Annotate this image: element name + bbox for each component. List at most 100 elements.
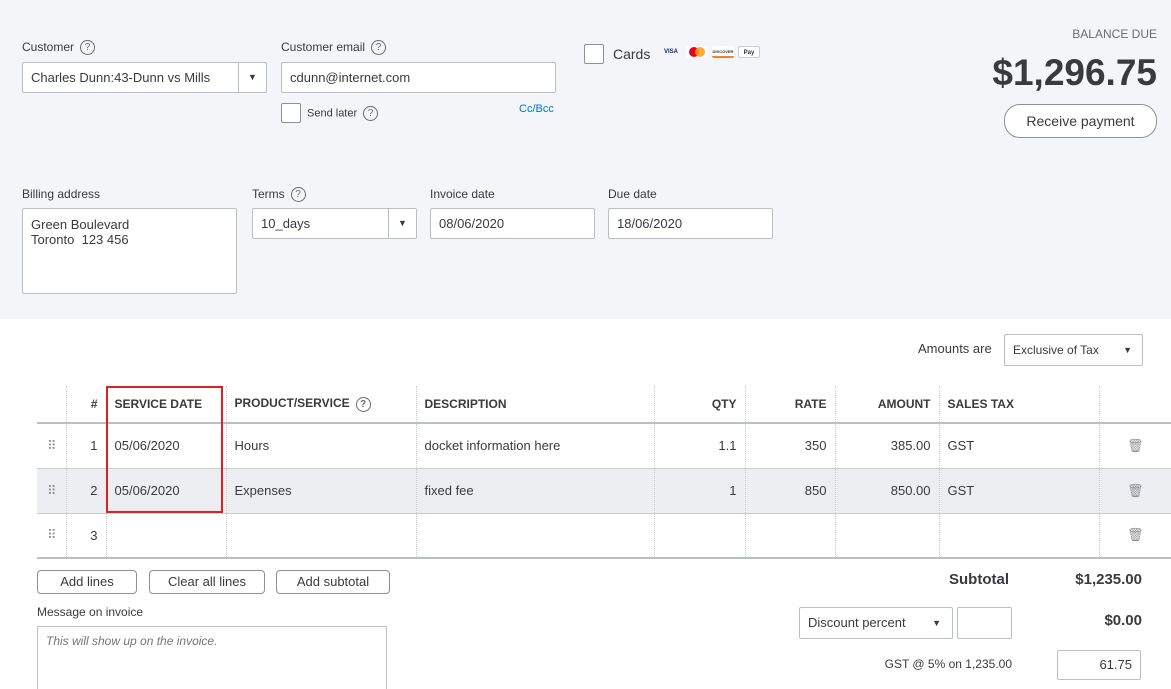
col-header-rate: RATE <box>745 386 836 424</box>
due-date-label: Due date <box>608 187 657 201</box>
drag-handle-icon[interactable]: ⠿ <box>37 513 67 559</box>
billing-address-label: Billing address <box>22 187 101 201</box>
amounts-are-label: Amounts are <box>918 341 992 356</box>
cards-label: Cards <box>613 46 651 62</box>
row-description[interactable]: docket information here <box>416 423 655 469</box>
customer-email-label: Customer email? <box>281 40 387 56</box>
col-header-description: DESCRIPTION <box>416 386 655 424</box>
due-date-field[interactable]: 18/06/2020 <box>608 208 773 239</box>
card-logos: VISA DISCOVER Pay <box>660 46 760 58</box>
message-label: Message on invoice <box>37 605 144 619</box>
row-qty[interactable]: 1.1 <box>654 423 746 469</box>
discount-type-select[interactable]: Discount percent ▼ <box>799 607 953 639</box>
drag-header <box>37 386 67 424</box>
visa-icon: VISA <box>663 49 678 55</box>
row-description[interactable]: fixed fee <box>416 468 655 514</box>
cc-bcc-link[interactable]: Cc/Bcc <box>519 103 554 115</box>
row-qty[interactable]: 1 <box>654 468 746 514</box>
customer-select[interactable]: Charles Dunn:43-Dunn vs Mills ▼ <box>22 62 267 93</box>
col-header-product-service: PRODUCT/SERVICE? <box>226 386 417 424</box>
help-icon[interactable]: ? <box>290 187 306 203</box>
row-sales-tax[interactable]: GST <box>939 468 1100 514</box>
row-service-date[interactable]: 05/06/2020 <box>106 423 227 469</box>
table-row[interactable]: ⠿ 3 🗑 <box>37 513 1171 559</box>
help-icon[interactable]: ? <box>371 40 387 56</box>
invoice-date-field[interactable]: 08/06/2020 <box>430 208 595 239</box>
invoice-date-label: Invoice date <box>430 187 495 201</box>
send-later-label: Send later? <box>307 106 379 121</box>
col-header-sales-tax: SALES TAX <box>939 386 1100 424</box>
terms-select[interactable]: 10_days ▼ <box>252 208 417 239</box>
line-items-table: # SERVICE DATE PRODUCT/SERVICE? DESCRIPT… <box>37 386 1171 559</box>
drag-handle-icon[interactable]: ⠿ <box>37 468 67 514</box>
cards-checkbox[interactable] <box>584 44 604 64</box>
row-service-date[interactable] <box>106 513 227 559</box>
row-rate[interactable]: 350 <box>745 423 836 469</box>
balance-due-label: BALANCE DUE <box>1072 27 1157 41</box>
amounts-are-select[interactable]: Exclusive of Tax ▼ <box>1004 334 1143 366</box>
row-service-date[interactable]: 05/06/2020 <box>106 468 227 514</box>
row-number: 3 <box>66 513 107 559</box>
row-number: 1 <box>66 423 107 469</box>
invoice-date-value: 08/06/2020 <box>439 216 505 231</box>
col-header-qty: QTY <box>654 386 746 424</box>
row-number: 2 <box>66 468 107 514</box>
discount-input[interactable] <box>957 607 1012 639</box>
clear-all-lines-button[interactable]: Clear all lines <box>149 570 265 594</box>
row-amount[interactable] <box>835 513 940 559</box>
col-header-amount: AMOUNT <box>835 386 940 424</box>
chevron-down-icon[interactable]: ▼ <box>1123 335 1132 365</box>
gst-label: GST @ 5% on 1,235.00 <box>884 657 1012 671</box>
chevron-down-icon[interactable]: ▼ <box>388 209 416 238</box>
customer-value: Charles Dunn:43-Dunn vs Mills <box>31 70 211 85</box>
table-row[interactable]: ⠿ 1 05/06/2020 Hours docket information … <box>37 423 1171 469</box>
row-product-service[interactable] <box>226 513 417 559</box>
customer-email-field[interactable]: cdunn@internet.com <box>281 62 556 93</box>
billing-address-line2: Toronto 123 456 <box>31 232 129 247</box>
drag-handle-icon[interactable]: ⠿ <box>37 423 67 469</box>
trash-icon[interactable]: 🗑 <box>1099 513 1171 559</box>
help-icon[interactable]: ? <box>80 40 96 56</box>
help-icon[interactable]: ? <box>355 396 371 412</box>
mastercard-icon <box>686 46 708 58</box>
row-sales-tax[interactable]: GST <box>939 423 1100 469</box>
row-amount[interactable]: 385.00 <box>835 423 940 469</box>
due-date-value: 18/06/2020 <box>617 216 683 231</box>
apple-pay-icon: Pay <box>738 46 760 58</box>
trash-icon[interactable]: 🗑 <box>1099 468 1171 514</box>
row-rate[interactable] <box>745 513 836 559</box>
col-header-number: # <box>66 386 107 424</box>
terms-value: 10_days <box>261 216 311 231</box>
help-icon[interactable]: ? <box>363 106 379 121</box>
discover-icon: DISCOVER <box>712 46 734 58</box>
billing-address-field[interactable]: Green Boulevard Toronto 123 456 <box>22 208 237 294</box>
add-subtotal-button[interactable]: Add subtotal <box>276 570 390 594</box>
customer-label: Customer? <box>22 40 96 56</box>
gst-amount-field[interactable]: 61.75 <box>1057 650 1141 680</box>
subtotal-value: $1,235.00 <box>1075 571 1142 588</box>
row-product-service[interactable]: Expenses <box>226 468 417 514</box>
billing-address-line1: Green Boulevard <box>31 217 130 232</box>
balance-due-amount: $1,296.75 <box>992 52 1157 93</box>
discount-value: $0.00 <box>1104 612 1142 629</box>
receive-payment-button[interactable]: Receive payment <box>1004 104 1157 138</box>
trash-icon[interactable]: 🗑 <box>1099 423 1171 469</box>
chevron-down-icon[interactable]: ▼ <box>932 608 941 638</box>
table-row[interactable]: ⠿ 2 05/06/2020 Expenses fixed fee 1 850 … <box>37 468 1171 514</box>
chevron-down-icon[interactable]: ▼ <box>238 63 266 92</box>
terms-label: Terms? <box>252 187 306 203</box>
row-sales-tax[interactable] <box>939 513 1100 559</box>
row-rate[interactable]: 850 <box>745 468 836 514</box>
row-amount[interactable]: 850.00 <box>835 468 940 514</box>
subtotal-label: Subtotal <box>949 571 1009 588</box>
discount-type-value: Discount percent <box>808 615 906 630</box>
add-lines-button[interactable]: Add lines <box>37 570 137 594</box>
row-qty[interactable] <box>654 513 746 559</box>
gst-amount-value: 61.75 <box>1099 657 1132 672</box>
message-textarea[interactable] <box>37 626 387 689</box>
row-description[interactable] <box>416 513 655 559</box>
amounts-are-value: Exclusive of Tax <box>1013 343 1099 357</box>
actions-header <box>1099 386 1171 424</box>
send-later-checkbox[interactable] <box>281 103 301 123</box>
row-product-service[interactable]: Hours <box>226 423 417 469</box>
